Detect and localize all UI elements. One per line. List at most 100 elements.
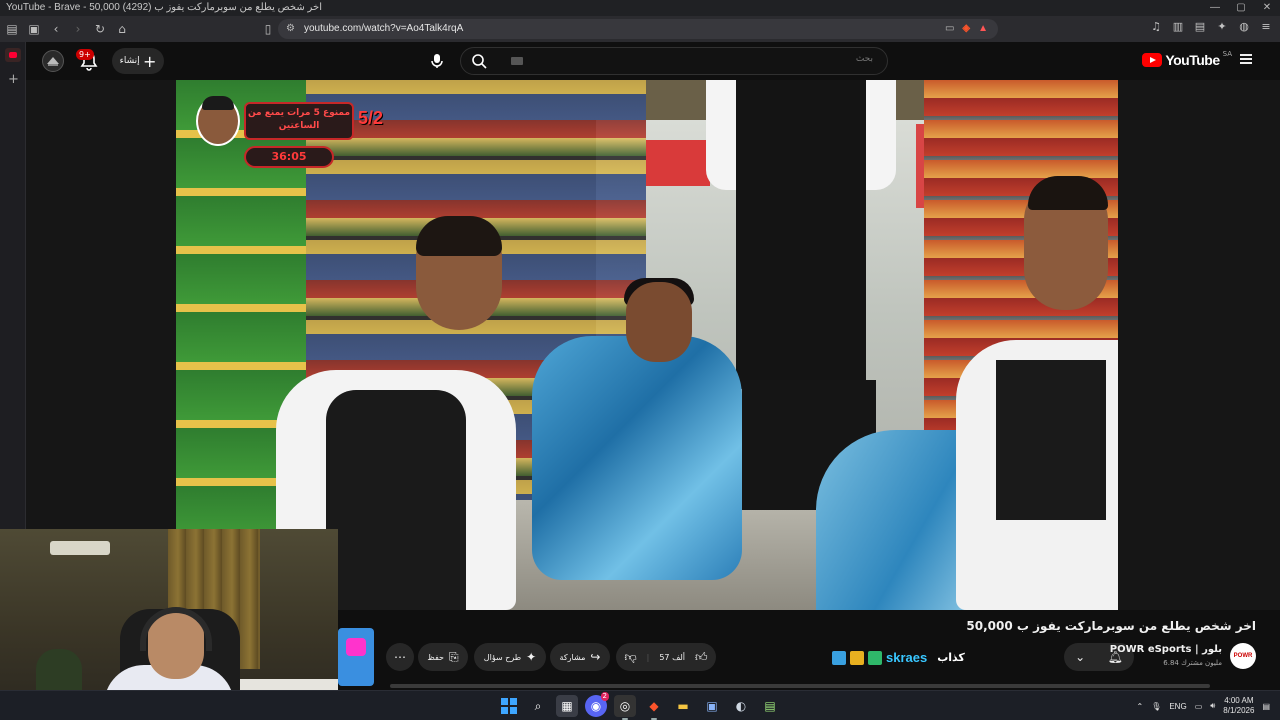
cast-icon[interactable]: ▭ xyxy=(945,19,954,39)
wallet-icon[interactable]: ▤ xyxy=(1192,20,1208,33)
obs-icon[interactable]: ◎ xyxy=(614,695,636,720)
leo-ai-icon[interactable]: ✦ xyxy=(1214,20,1230,33)
channel-avatar-text: POWR xyxy=(1233,653,1253,659)
ask-label: طرح سؤال xyxy=(483,652,522,662)
site-info-icon[interactable]: ⚙ xyxy=(286,19,295,39)
create-label: إنشاء xyxy=(119,56,140,66)
plus-icon: + xyxy=(142,51,157,71)
save-button[interactable]: حفظ ⎘ xyxy=(418,643,468,671)
more-actions-button[interactable]: ⋯ xyxy=(386,643,414,671)
brave-shield-icon[interactable]: ◈ xyxy=(962,19,970,39)
back-button[interactable]: ‹ xyxy=(46,19,66,39)
video-title: اخر شخص يطلع من سوبرماركت يفوز ب 50,000 xyxy=(966,619,1256,633)
channel-avatar[interactable]: POWR xyxy=(1230,643,1256,669)
youtube-tab[interactable] xyxy=(5,48,21,62)
network-icon[interactable]: ▭ xyxy=(1195,702,1203,711)
dislike-icon[interactable]: 👎︎ xyxy=(624,650,636,665)
new-tab-button[interactable]: + xyxy=(8,72,19,87)
ask-question-button[interactable]: طرح سؤال ✦ xyxy=(474,643,546,671)
more-icon: ⋯ xyxy=(394,650,406,664)
create-button[interactable]: إنشاء + xyxy=(112,48,164,74)
search-icon[interactable] xyxy=(471,53,487,69)
guide-menu-icon[interactable] xyxy=(1240,54,1252,64)
close-window-button[interactable]: ✕ xyxy=(1254,0,1280,16)
taskbar-search-icon[interactable]: ⌕ xyxy=(527,695,549,717)
search-box[interactable]: بحث xyxy=(460,47,888,75)
vpn-icon[interactable]: ◍ xyxy=(1236,20,1252,33)
video-person-left-apron xyxy=(326,390,466,610)
search-placeholder: بحث xyxy=(855,54,873,64)
home-button[interactable]: ⌂ xyxy=(112,19,132,39)
country-code: SA xyxy=(1222,50,1232,58)
video-person-blanket xyxy=(532,336,742,580)
sponsor-word: كذاب xyxy=(937,651,965,664)
window-title-bar: YouTube - Brave - 50,000 اخر شخص يطلع من… xyxy=(0,0,1280,16)
video-person-blanket-head xyxy=(626,282,692,362)
subscriber-count: 6.84 مليون مشترك xyxy=(1163,659,1222,667)
brave-rewards-icon[interactable]: ▲ xyxy=(978,19,988,39)
clock[interactable]: 4:00 AM 8/1/2026 xyxy=(1223,696,1254,716)
like-icon[interactable]: 👍︎ xyxy=(695,650,708,665)
share-button[interactable]: مشاركة ↪ xyxy=(550,643,610,671)
browser-menu-icon[interactable]: ≡ xyxy=(1258,20,1274,33)
store-icon[interactable]: ▦ xyxy=(556,695,578,717)
notifications-button[interactable]: 9+ xyxy=(76,49,102,72)
horizontal-scrollbar[interactable] xyxy=(390,684,1210,688)
youtube-logo[interactable]: YouTube SA xyxy=(1142,50,1232,68)
reload-button[interactable]: ↻ xyxy=(90,19,110,39)
overlay-face-icon xyxy=(196,96,240,146)
clock-time: 4:00 AM xyxy=(1224,696,1254,705)
keyboard-icon[interactable] xyxy=(511,57,523,65)
video-person-right-apron xyxy=(996,360,1106,520)
window-controls: — ▢ ✕ xyxy=(1202,0,1280,16)
watch-metadata: اخر شخص يطلع من سوبرماركت يفوز ب 50,000 … xyxy=(338,610,1280,690)
tab-groups-icon[interactable]: ▣ xyxy=(24,19,44,39)
forward-button[interactable]: › xyxy=(68,19,88,39)
windows-logo-icon xyxy=(501,698,517,714)
channel-name[interactable]: POWR eSports | بلور xyxy=(1110,644,1222,655)
avatar-emblem-icon xyxy=(47,57,59,66)
voice-search-button[interactable] xyxy=(424,48,450,74)
file-explorer-icon[interactable]: ▬ xyxy=(672,695,694,717)
like-count[interactable]: 57 ألف xyxy=(659,653,685,662)
share-label: مشاركة xyxy=(559,652,586,662)
discord-badge: 2 xyxy=(600,692,609,701)
maximize-button[interactable]: ▢ xyxy=(1228,0,1254,16)
youtube-play-logo-icon xyxy=(1142,53,1163,67)
app-icon-green[interactable]: ▤ xyxy=(759,695,781,717)
tray-mic-icon[interactable]: 🎙︎ xyxy=(1151,702,1161,711)
steam-icon[interactable]: ◐ xyxy=(730,695,752,717)
browser-right-toolbar: ♫ ▥ ▤ ✦ ◍ ≡ xyxy=(1148,20,1274,33)
account-avatar[interactable] xyxy=(42,50,64,72)
volume-icon[interactable]: 🔊︎ xyxy=(1210,701,1215,711)
sidebar-panel-icon[interactable]: ▥ xyxy=(1170,20,1186,33)
address-bar[interactable]: ⚙ youtube.com/watch?v=Ao4Talk4rqA ▭ ◈ ▲ xyxy=(278,19,998,39)
language-indicator[interactable]: ENG xyxy=(1169,702,1186,711)
channel-thumbnail-partial xyxy=(338,628,374,686)
brave-taskbar-icon[interactable]: ◆ xyxy=(643,695,665,720)
discord-icon[interactable]: ◉ 2 xyxy=(585,692,609,717)
minimize-button[interactable]: — xyxy=(1202,0,1228,16)
youtube-favicon-icon xyxy=(9,52,17,58)
tray-overflow-icon[interactable]: ⌃ xyxy=(1136,702,1143,711)
bookmark-icon[interactable]: ▯ xyxy=(258,19,278,39)
url-text: youtube.com/watch?v=Ao4Talk4rqA xyxy=(304,23,464,34)
sidebar-toggle-icon[interactable]: ▤ xyxy=(2,19,22,39)
emoji-icon-1 xyxy=(832,650,846,665)
overlay-count: 5/2 xyxy=(358,108,384,128)
overlay-challenge-text: ممنوع 5 مرات يمنع من الساعتين xyxy=(244,102,354,140)
app-icon-generic[interactable]: ▣ xyxy=(701,695,723,717)
taskbar-apps: ⌕ ▦ ◉ 2 ◎ ◆ ▬ ▣ ◐ ▤ xyxy=(498,692,781,720)
youtube-header: 9+ إنشاء + بحث YouTube SA xyxy=(26,42,1280,80)
media-icon[interactable]: ♫ xyxy=(1148,20,1164,33)
youtube-wordmark: YouTube xyxy=(1165,52,1220,68)
notification-center-icon[interactable]: ▤ xyxy=(1262,702,1270,711)
bookmark-save-icon: ⎘ xyxy=(448,649,459,664)
emoji-icon-3 xyxy=(868,650,882,665)
video-person-standing-apron xyxy=(736,80,866,390)
share-icon: ↪ xyxy=(590,650,601,664)
browser-toolbar: ▤ ▣ ‹ › ↻ ⌂ ▯ ⚙ youtube.com/watch?v=Ao4T… xyxy=(0,16,1280,42)
emoji-icon-2 xyxy=(850,650,864,665)
start-button[interactable] xyxy=(498,695,520,717)
sponsor-emoji-banner: skraes كذاب xyxy=(832,650,965,665)
